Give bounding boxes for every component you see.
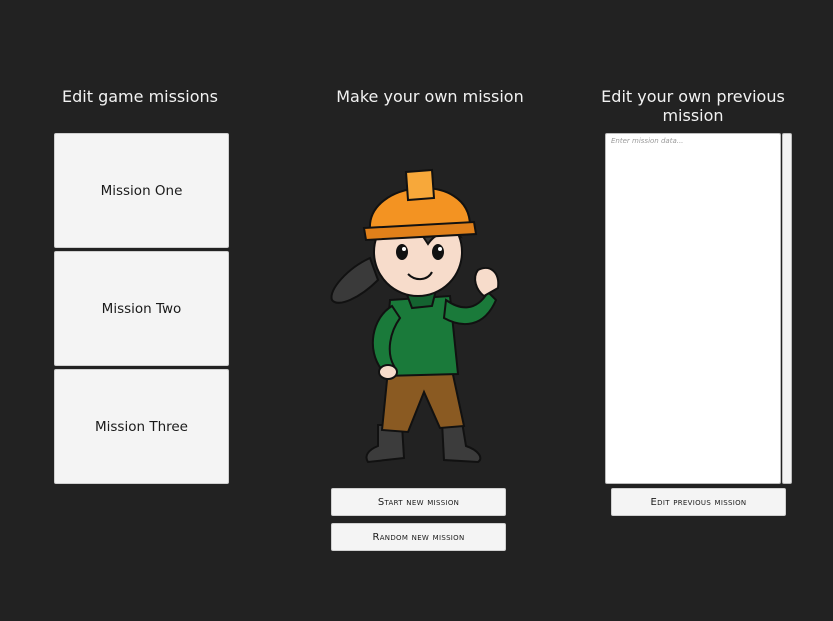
mission-two-button[interactable]: Mission Two [54, 251, 229, 366]
mission-data-input[interactable] [605, 133, 781, 484]
random-new-mission-button[interactable]: Random new mission [331, 523, 506, 551]
textarea-scrollbar[interactable] [782, 133, 792, 484]
start-new-mission-button[interactable]: Start new mission [331, 488, 506, 516]
edit-previous-mission-button[interactable]: Edit previous mission [611, 488, 786, 516]
mission-three-button[interactable]: Mission Three [54, 369, 229, 484]
make-mission-heading: Make your own mission [336, 87, 524, 106]
mission-one-button[interactable]: Mission One [54, 133, 229, 248]
edit-game-missions-heading: Edit game missions [62, 87, 218, 106]
edit-previous-mission-heading: Edit your own previous mission [601, 87, 785, 125]
character-illustration [330, 168, 500, 464]
